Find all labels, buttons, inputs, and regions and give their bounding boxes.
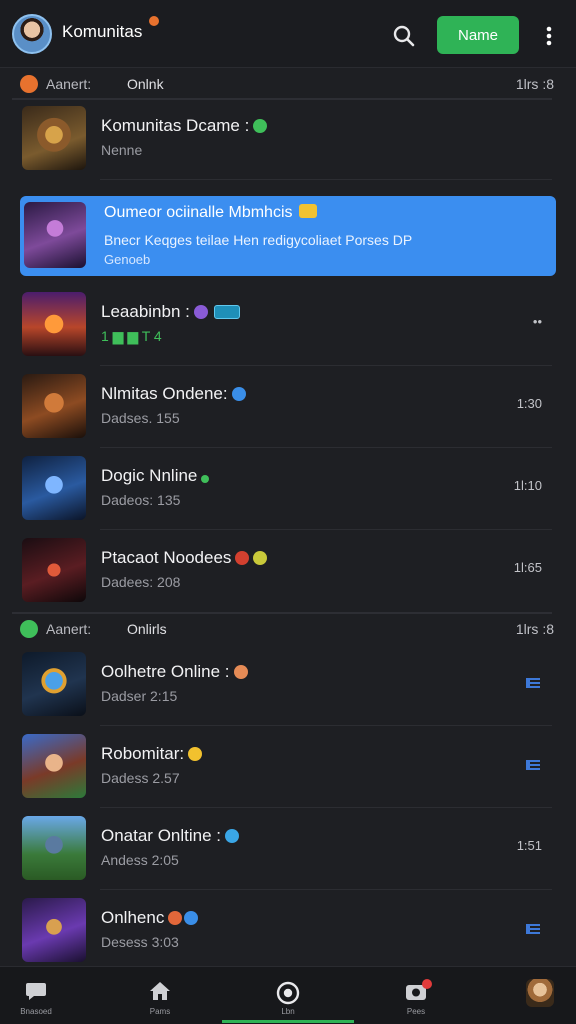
item-time: 1l:65	[513, 560, 542, 575]
item-time: 1:51	[516, 838, 542, 853]
notification-badge	[422, 979, 432, 989]
top-bar: Komunitas Name	[0, 0, 576, 68]
nav-label: Lbn	[281, 1007, 295, 1016]
game-thumbnail	[22, 374, 86, 438]
profile-avatar-icon	[526, 979, 554, 1007]
game-thumbnail	[22, 652, 86, 716]
item-time: 1:30	[516, 396, 542, 411]
item-title: Dogic Nnline	[101, 466, 210, 486]
list-item[interactable]: Onatar Onltine : Andess 2:05 1:51	[12, 808, 552, 890]
game-thumbnail	[24, 202, 86, 268]
nav-label: Pees	[406, 1007, 426, 1016]
list-item[interactable]: Robomitar: Dadess 2.57	[12, 726, 552, 808]
item-subtitle: Dadser 2:15	[101, 688, 178, 704]
list-view-icon[interactable]	[526, 924, 540, 934]
item-title: Oumeor ociinalle Mbmhcis	[104, 204, 317, 222]
tag-badge	[213, 305, 240, 319]
list-item[interactable]: Oolhetre Online : Dadser 2:15	[12, 644, 552, 726]
section-left-label: Aanert:	[46, 76, 92, 92]
item-subtitle: Dadeos: 135	[101, 492, 181, 508]
game-thumbnail	[22, 292, 86, 356]
list-item-selected[interactable]: Oumeor ociinalle Mbmhcis Bnecr Keqges te…	[20, 196, 556, 276]
section-header-2: Aanert: Onlirls 1lrs :8	[0, 614, 576, 644]
list-item[interactable]: Nlmitas Ondene: Dadses. 155 1:30	[12, 366, 552, 448]
game-thumbnail	[22, 734, 86, 798]
item-title: Onatar Onltine :	[101, 826, 240, 846]
item-subtitle: Dadses. 155	[101, 410, 180, 426]
game-thumbnail	[22, 538, 86, 602]
status-emoji-icon	[253, 551, 268, 565]
item-title: Robomitar:	[101, 744, 203, 764]
status-emoji-icon	[231, 387, 246, 401]
item-title: Ptacaot Noodees	[101, 548, 268, 568]
item-title: Komunitas Dcame :	[101, 116, 268, 136]
nav-item-camera[interactable]: Pees	[376, 967, 456, 1024]
item-more-button[interactable]: ••	[533, 314, 542, 329]
status-emoji-icon	[225, 829, 240, 843]
online-dot-icon	[201, 475, 210, 483]
item-subtitle: 1 ▆ ▆ T 4	[101, 328, 162, 344]
status-emoji-icon	[184, 911, 199, 925]
notification-dot	[149, 16, 159, 26]
game-thumbnail	[22, 898, 86, 962]
section-mid-label: Onlirls	[127, 621, 167, 637]
more-vertical-icon	[546, 26, 552, 46]
user-avatar[interactable]	[12, 14, 52, 54]
section-mid-label: Onlnk	[127, 76, 164, 92]
search-button[interactable]	[388, 20, 420, 52]
item-subtitle: Dadees: 208	[101, 574, 181, 590]
game-thumbnail	[22, 456, 86, 520]
nav-item-profile[interactable]	[500, 967, 576, 1024]
status-emoji-icon	[193, 305, 208, 319]
list-item[interactable]: Leaabinbn : 1 ▆ ▆ T 4 ••	[12, 284, 552, 366]
item-subtitle: Dadess 2.57	[101, 770, 180, 786]
item-subtitle: Desess 3:03	[101, 934, 179, 950]
bottom-nav: Bnasoed Pams Lbn Pees	[0, 966, 576, 1024]
item-title: Nlmitas Ondene:	[101, 384, 246, 404]
search-icon	[393, 25, 415, 47]
nav-item-live[interactable]: Lbn	[248, 967, 328, 1024]
section-right-label: 1lrs :8	[515, 621, 554, 637]
section-header-1: Aanert: Onlnk 1lrs :8	[0, 69, 576, 99]
status-dot-icon	[20, 620, 38, 638]
item-subtitle: Andess 2:05	[101, 852, 179, 868]
item-subtitle: Nenne	[101, 142, 143, 158]
nav-label: Pams	[149, 1007, 171, 1016]
list-item[interactable]: Ptacaot Noodees Dadees: 208 1l:65	[12, 530, 552, 612]
row-divider	[100, 179, 552, 180]
highlight-badge-icon	[298, 204, 317, 218]
list-item[interactable]: Dogic Nnline Dadeos: 135 1l:10	[12, 448, 552, 530]
game-thumbnail	[22, 816, 86, 880]
chat-bubble-icon	[26, 983, 46, 1000]
item-time: 1l:10	[513, 478, 542, 493]
active-tab-indicator	[222, 1020, 354, 1023]
section-left-label: Aanert:	[46, 621, 92, 637]
more-options-button[interactable]	[538, 22, 560, 50]
item-subtitle: Bnecr Keqges teilae Hen redigycoliaet Po…	[104, 232, 413, 248]
status-emoji-icon	[168, 911, 183, 925]
name-button[interactable]: Name	[437, 16, 519, 54]
status-dot-icon	[20, 75, 38, 93]
list-view-icon[interactable]	[526, 678, 540, 688]
item-title: Oolhetre Online :	[101, 662, 248, 682]
status-emoji-icon	[235, 551, 250, 565]
list-item[interactable]: Komunitas Dcame : Nenne	[12, 98, 552, 180]
nav-item-chats[interactable]: Bnasoed	[0, 967, 76, 1024]
nav-label: Bnasoed	[20, 1007, 52, 1016]
app-title: Komunitas	[62, 22, 143, 41]
status-emoji-icon	[188, 747, 203, 761]
item-subtitle-secondary: Genoeb	[104, 252, 151, 267]
item-title: Onlhenc	[101, 908, 199, 928]
list-view-icon[interactable]	[526, 760, 540, 770]
home-icon	[150, 982, 170, 1000]
section-right-label: 1lrs :8	[515, 76, 554, 92]
status-emoji-icon	[233, 665, 248, 679]
list-item[interactable]: Onlhenc Desess 3:03	[12, 890, 552, 972]
item-title: Leaabinbn :	[101, 302, 240, 322]
nav-item-home[interactable]: Pams	[120, 967, 200, 1024]
record-circle-icon	[276, 981, 300, 1005]
game-thumbnail	[22, 106, 86, 170]
status-emoji-icon	[253, 119, 268, 133]
